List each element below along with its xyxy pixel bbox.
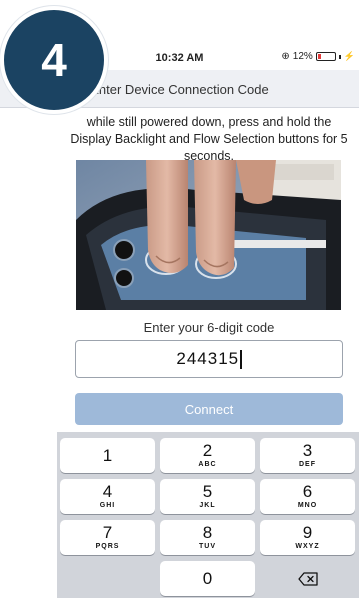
key-letters: TUV <box>199 543 216 550</box>
key-0[interactable]: 0 <box>160 561 255 596</box>
key-8[interactable]: 8 TUV <box>160 520 255 555</box>
key-letters: PQRS <box>95 543 120 550</box>
key-digit: 8 <box>202 523 213 542</box>
battery-tip <box>338 54 341 59</box>
key-digit: 6 <box>302 482 313 501</box>
key-6[interactable]: 6 MNO <box>260 479 355 514</box>
device-photo <box>76 160 341 310</box>
status-indicators: ⊕ 12% ⚡ <box>281 51 355 62</box>
key-empty <box>60 561 155 596</box>
key-digit: 9 <box>302 523 313 542</box>
orientation-lock-icon: ⊕ <box>281 51 290 62</box>
instruction-text: while still powered down, press and hold… <box>70 115 348 163</box>
key-letters: ABC <box>198 461 217 468</box>
key-3[interactable]: 3 DEF <box>260 438 355 473</box>
key-digit: 4 <box>102 482 113 501</box>
device-photo-illustration <box>76 160 341 310</box>
key-4[interactable]: 4 GHI <box>60 479 155 514</box>
key-digit: 1 <box>102 445 113 465</box>
code-input[interactable]: 244315 <box>75 340 343 378</box>
key-digit: 2 <box>202 441 213 460</box>
battery-percent: 12% <box>292 51 313 62</box>
step-number: 4 <box>41 34 67 86</box>
step-badge: 4 <box>0 6 108 114</box>
delete-key[interactable] <box>260 561 355 596</box>
battery-icon <box>315 52 336 61</box>
key-1[interactable]: 1 <box>60 438 155 473</box>
app-screen: 10:32 AM ⊕ 12% ⚡ Enter Device Connection… <box>0 0 359 598</box>
key-digit: 5 <box>202 482 213 501</box>
key-5[interactable]: 5 JKL <box>160 479 255 514</box>
backspace-icon <box>297 571 318 586</box>
numeric-keypad: 1 2 ABC 3 DEF 4 GHI 5 JKL 6 MNO 7 PQRS 8 <box>57 432 359 598</box>
key-digit: 7 <box>102 523 113 542</box>
key-letters: JKL <box>199 502 216 509</box>
key-9[interactable]: 9 WXYZ <box>260 520 355 555</box>
connect-button[interactable]: Connect <box>75 393 343 425</box>
key-letters: GHI <box>99 502 116 509</box>
text-caret <box>240 349 242 369</box>
key-7[interactable]: 7 PQRS <box>60 520 155 555</box>
key-letters: DEF <box>299 461 316 468</box>
key-letters: MNO <box>297 502 318 509</box>
code-label: Enter your 6-digit code <box>143 320 275 335</box>
key-2[interactable]: 2 ABC <box>160 438 255 473</box>
key-digit: 3 <box>302 441 313 460</box>
key-digit: 0 <box>202 568 213 588</box>
key-letters: WXYZ <box>295 543 320 550</box>
code-value: 244315 <box>176 349 240 368</box>
charging-bolt-icon: ⚡ <box>343 51 355 61</box>
